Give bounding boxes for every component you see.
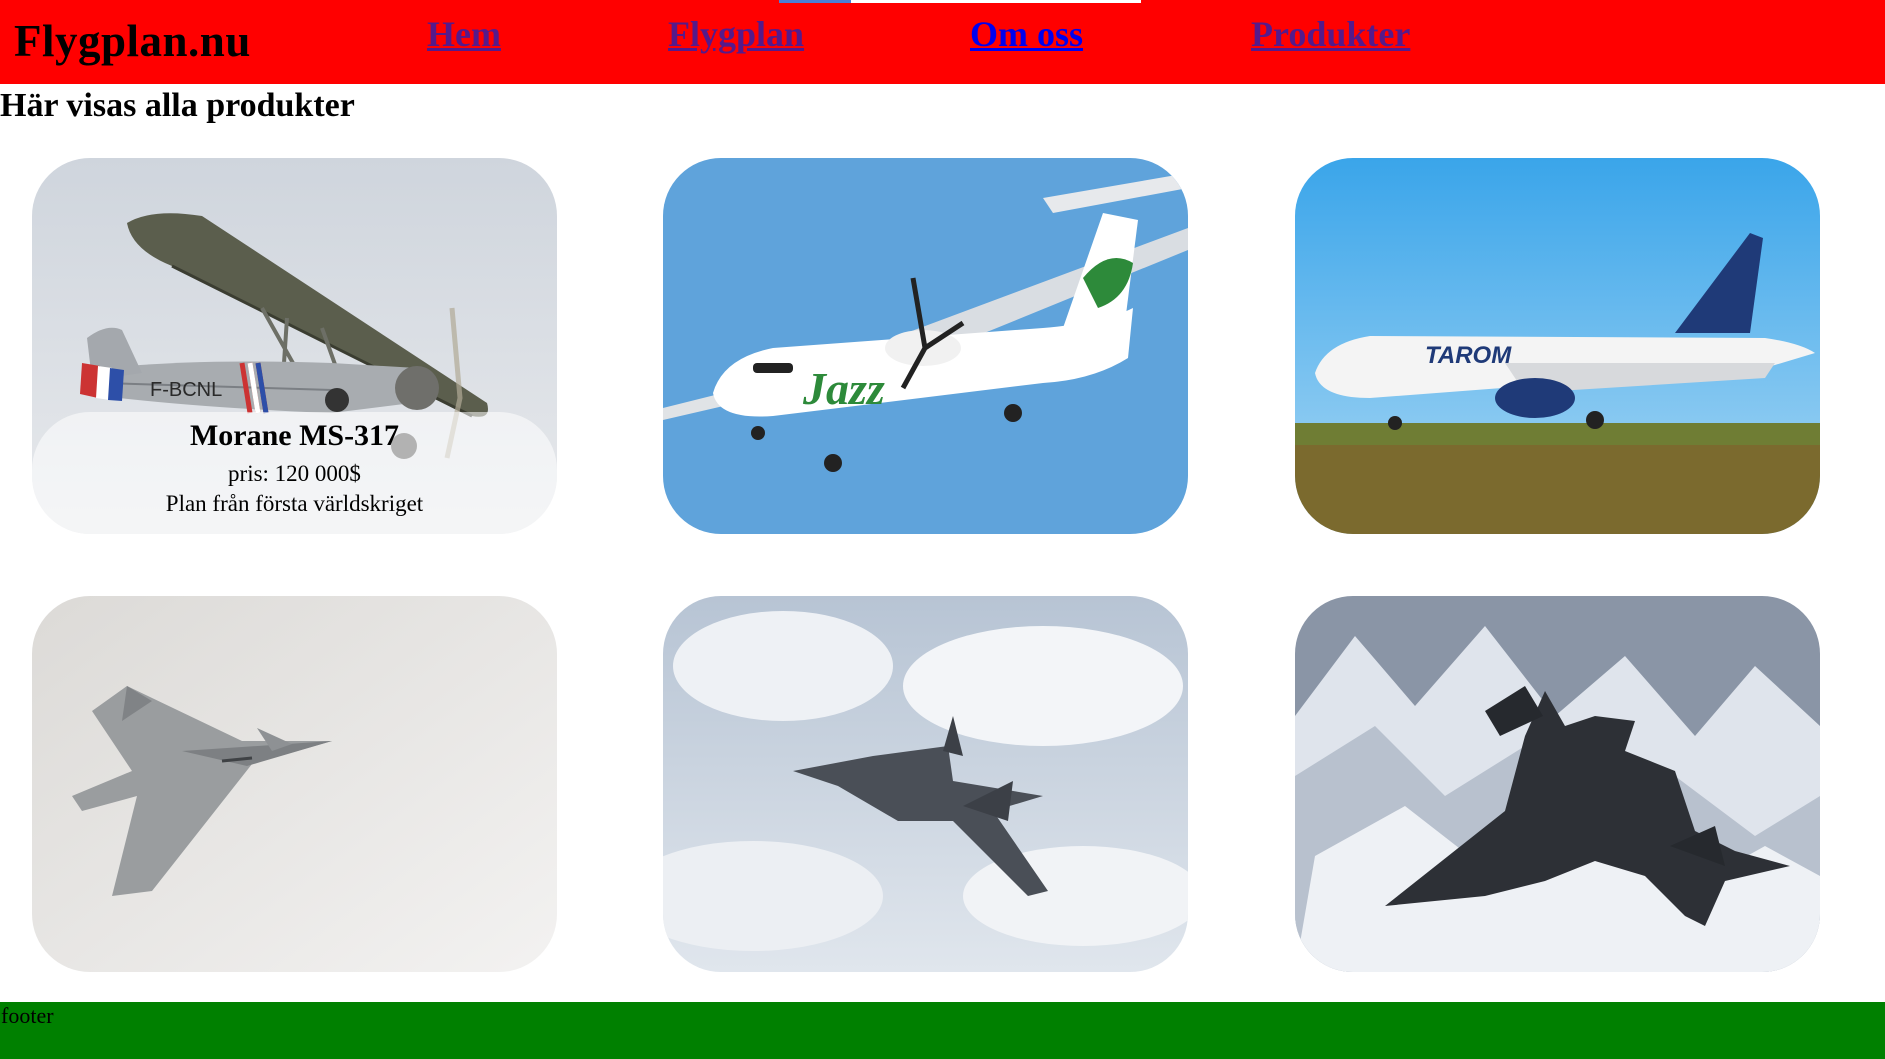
fighter-jet-photo: [32, 596, 557, 972]
site-footer: footer: [0, 1002, 1885, 1059]
airliner-photo: TAROM: [1295, 158, 1820, 534]
sr71-photo: [1295, 596, 1820, 972]
site-logo[interactable]: Flygplan.nu: [14, 14, 251, 68]
product-price: pris: 120 000$: [228, 461, 361, 486]
nav-link-hem[interactable]: Hem: [427, 12, 501, 56]
product-card-2[interactable]: Jazz: [663, 158, 1188, 534]
product-card-5[interactable]: [663, 596, 1188, 972]
product-title: Morane MS-317: [189, 419, 400, 452]
svg-text:F-BCNL: F-BCNL: [150, 379, 222, 401]
product-card-morane[interactable]: F-BCNL Morane MS-317 pris: 120 000$ Plan…: [32, 158, 557, 534]
nav-link-flygplan[interactable]: Flygplan: [668, 12, 804, 56]
header-accent-white: [851, 0, 1141, 3]
site-header: Flygplan.nu Hem Flygplan Om oss Produkte…: [0, 0, 1885, 84]
svg-text:TAROM: TAROM: [1425, 342, 1512, 369]
header-accent-blue: [779, 0, 851, 3]
turboprop-plane-photo: Jazz: [663, 158, 1188, 534]
product-info: Morane MS-317 pris: 120 000$ Plan från f…: [32, 412, 557, 534]
product-card-4[interactable]: [32, 596, 557, 972]
nav-link-om-oss[interactable]: Om oss: [970, 12, 1083, 56]
product-description: Plan från första världskriget: [165, 491, 424, 516]
product-card-3[interactable]: TAROM: [1295, 158, 1820, 534]
product-card-6[interactable]: [1295, 596, 1820, 972]
svg-text:Jazz: Jazz: [802, 363, 885, 414]
nav-link-produkter[interactable]: Produkter: [1251, 12, 1410, 56]
page-heading: Här visas alla produkter: [0, 87, 355, 124]
stealth-jet-photo: [663, 596, 1188, 972]
footer-text: footer: [1, 1003, 54, 1028]
